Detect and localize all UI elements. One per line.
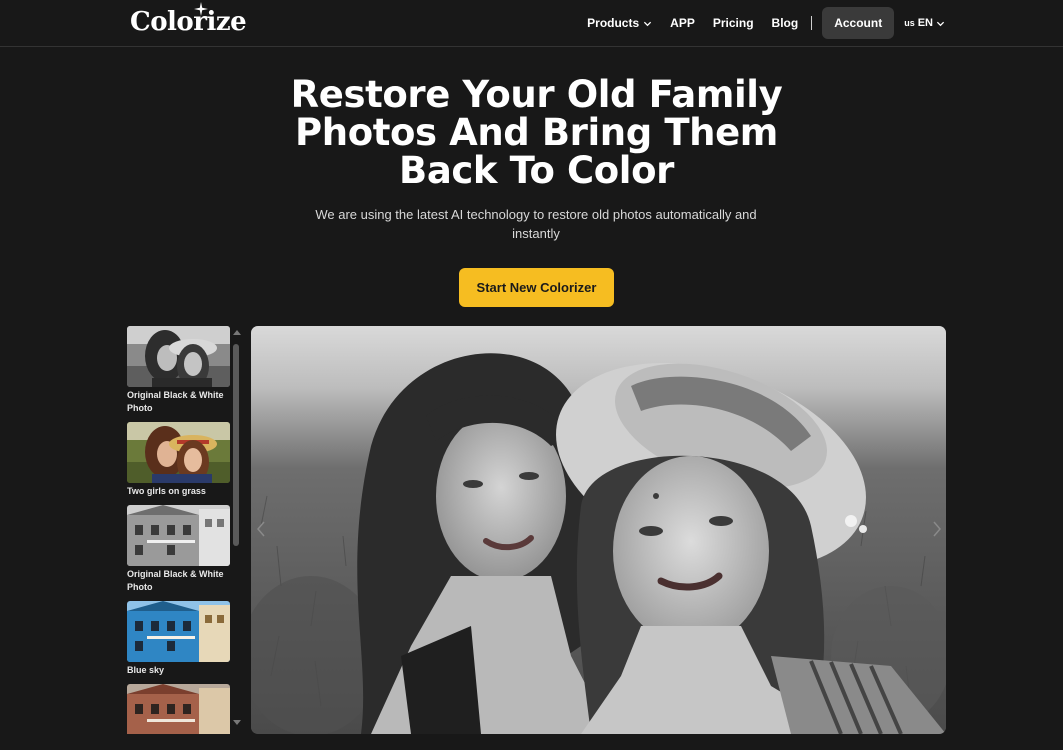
sample-image xyxy=(127,601,230,662)
sample-thumbnail[interactable]: Blue sky xyxy=(127,601,230,677)
sample-caption: Blue sky xyxy=(127,665,165,675)
chevron-right-icon[interactable] xyxy=(932,520,942,538)
hero-title: Restore Your Old Family Photos And Bring… xyxy=(0,76,1063,190)
nav-item-blog[interactable]: Blog xyxy=(763,16,808,30)
scroll-down-icon[interactable] xyxy=(233,720,241,725)
hero-title-line: Back To Color xyxy=(399,149,674,192)
brand-logo[interactable]: Colorize xyxy=(130,2,247,40)
sample-caption: Two girls on grass xyxy=(127,486,206,496)
nav-item-label: Pricing xyxy=(712,16,754,30)
sample-image xyxy=(127,326,230,387)
nav-item-pricing[interactable]: Pricing xyxy=(704,16,763,30)
flag-icon: us xyxy=(904,18,915,28)
hero-title-line: Photos And Bring Them xyxy=(295,111,778,154)
start-colorizer-button[interactable]: Start New Colorizer xyxy=(459,268,614,307)
language-selector[interactable]: us EN xyxy=(904,17,945,29)
sample-image xyxy=(127,505,230,566)
nav-item-app[interactable]: APP xyxy=(661,16,704,30)
main-preview-image xyxy=(251,326,946,734)
top-navbar: Colorize Products APP Pricing Blog Accou… xyxy=(0,0,1063,47)
chevron-left-icon[interactable] xyxy=(256,520,266,538)
nav-item-label: Products xyxy=(587,16,640,30)
scroll-up-icon[interactable] xyxy=(233,330,241,335)
sparkle-icon xyxy=(194,2,208,16)
hero-title-line: Restore Your Old Family xyxy=(290,73,783,116)
sample-thumbnail[interactable]: Original Black & White Photo xyxy=(127,326,230,415)
chevron-down-icon xyxy=(644,21,652,26)
sample-caption: Original Black & White Photo xyxy=(127,569,224,592)
account-button[interactable]: Account xyxy=(822,7,895,39)
sample-caption: Original Black & White Photo xyxy=(127,390,224,413)
nav-item-label: Blog xyxy=(771,16,799,30)
sample-image xyxy=(127,684,230,734)
chevron-down-icon xyxy=(936,21,945,26)
sample-thumbnail[interactable]: Original Black & White Photo xyxy=(127,505,230,594)
hero-subtitle: We are using the latest AI technology to… xyxy=(315,207,757,241)
thumbnail-scrollbar[interactable] xyxy=(231,326,241,734)
sample-thumbnail[interactable]: Two girls on grass xyxy=(127,422,230,498)
sample-image xyxy=(127,422,230,483)
nav-links: Products APP Pricing Blog Account us EN xyxy=(578,7,945,39)
nav-item-label: APP xyxy=(670,16,695,30)
sample-thumbnail[interactable] xyxy=(127,684,230,734)
language-code: EN xyxy=(917,17,933,29)
sample-thumbnail-list: Original Black & White Photo Two girls o… xyxy=(127,326,230,734)
scrollbar-thumb[interactable] xyxy=(233,344,239,546)
nav-item-products[interactable]: Products xyxy=(578,16,661,30)
nav-divider xyxy=(811,16,813,30)
brand-name: Colorize xyxy=(130,7,247,37)
